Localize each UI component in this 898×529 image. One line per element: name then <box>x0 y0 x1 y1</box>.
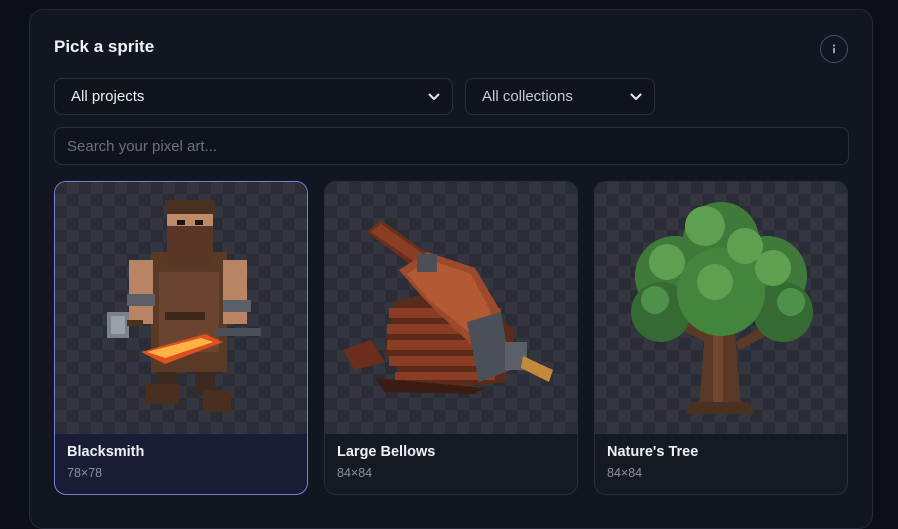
sprite-size: 84×84 <box>607 466 643 480</box>
project-filter-value: All projects <box>71 88 145 105</box>
sprite-name: Nature's Tree <box>607 444 699 460</box>
sprite-thumbnail <box>55 182 307 434</box>
search-box[interactable] <box>54 127 849 165</box>
sprite-size: 84×84 <box>337 466 373 480</box>
project-filter-select[interactable]: All projects <box>54 78 453 115</box>
collection-filter-value: All collections <box>482 88 573 105</box>
info-button[interactable] <box>820 35 848 63</box>
sprite-card-blacksmith[interactable]: Blacksmith 78×78 <box>54 181 308 495</box>
page-title: Pick a sprite <box>54 37 155 56</box>
collection-filter-select[interactable]: All collections <box>465 78 655 115</box>
search-input[interactable] <box>67 137 836 155</box>
sprite-name: Large Bellows <box>337 444 436 460</box>
sprite-picker-panel: Pick a sprite All projects All collectio… <box>29 9 873 529</box>
sprite-card-large-bellows[interactable]: Large Bellows 84×84 <box>324 181 578 495</box>
blacksmith-sprite <box>107 200 261 412</box>
sprite-card-natures-tree[interactable]: Nature's Tree 84×84 <box>594 181 848 495</box>
bellows-sprite <box>343 220 553 394</box>
sprite-size: 78×78 <box>67 466 103 480</box>
sprite-thumbnail <box>325 182 577 434</box>
chevron-down-icon <box>630 93 642 101</box>
info-icon <box>832 44 836 54</box>
chevron-down-icon <box>428 93 440 101</box>
tree-sprite <box>631 202 813 414</box>
sprite-thumbnail <box>595 182 847 434</box>
sprite-name: Blacksmith <box>67 444 145 460</box>
